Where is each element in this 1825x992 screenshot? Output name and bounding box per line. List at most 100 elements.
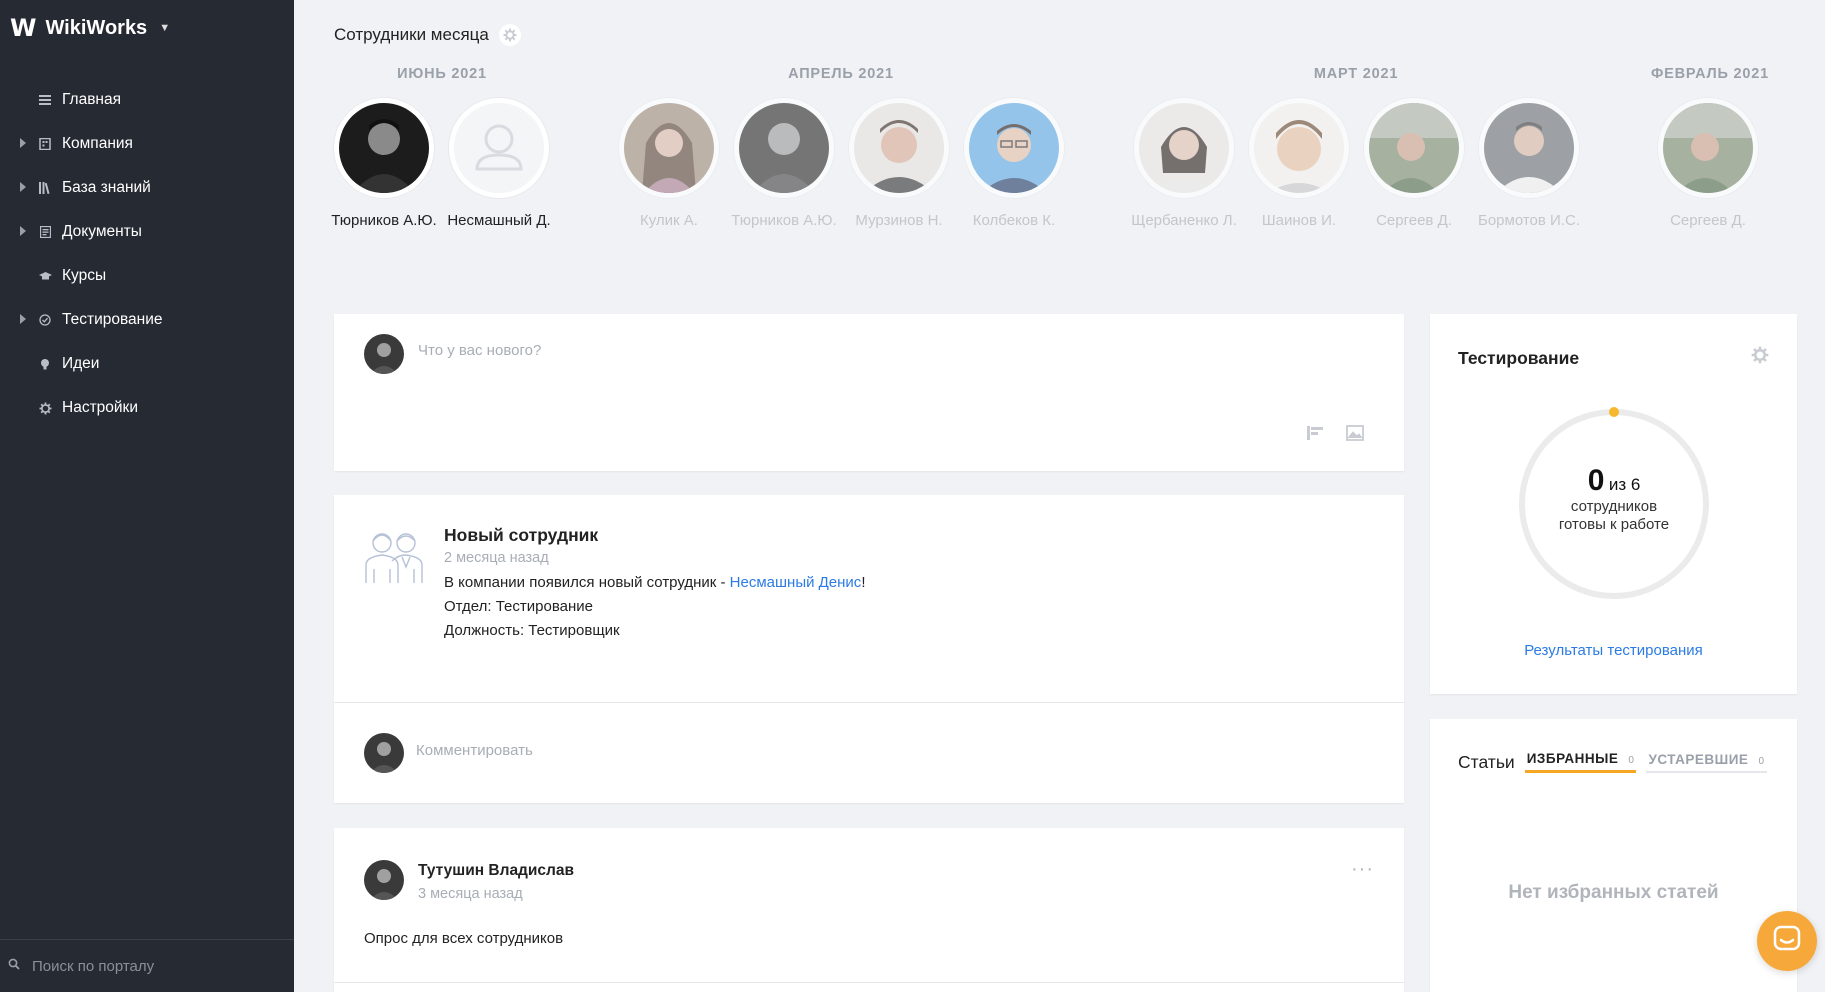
- chevron-down-icon: ▼: [159, 22, 171, 34]
- news-timestamp: 2 месяца назад: [444, 550, 549, 566]
- menu-icon: [38, 93, 52, 107]
- widget-title: Статьи: [1458, 752, 1515, 772]
- lightbulb-icon: [38, 357, 52, 371]
- news-position: Должность: Тестировщик: [444, 622, 620, 639]
- employee-card[interactable]: Сергеев Д.: [1651, 98, 1765, 231]
- empty-state: Нет избранных статей: [1508, 882, 1719, 903]
- employee-card[interactable]: Несмашный Д.: [442, 98, 556, 231]
- articles-widget: Статьи ИЗБРАННЫЕ 0 УСТАРЕВШИЕ 0 Нет избран…: [1430, 719, 1797, 992]
- articles-header: Статьи ИЗБРАННЫЕ 0 УСТАРЕВШИЕ 0: [1458, 751, 1767, 773]
- news-department: Отдел: Тестирование: [444, 598, 593, 615]
- sidebar-item-label: База знаний: [62, 179, 151, 196]
- news-text-suffix: !: [861, 574, 866, 591]
- employee-card[interactable]: Бормотов И.С.: [1472, 98, 1586, 231]
- section-title: Сотрудники месяца: [334, 25, 489, 44]
- employee-name: Сергеев Д.: [1670, 212, 1746, 229]
- avatar: [849, 98, 949, 198]
- search-input[interactable]: [32, 957, 272, 975]
- avatar: [334, 98, 434, 198]
- employee-card[interactable]: Шаинов И.: [1242, 98, 1356, 231]
- comment-input[interactable]: [416, 742, 1216, 759]
- employee-name: Шаинов И.: [1261, 212, 1337, 229]
- image-icon[interactable]: [1346, 424, 1368, 446]
- widget-title: Тестирование: [1458, 348, 1580, 368]
- avatar: [1134, 98, 1234, 198]
- month-label: Июнь 2021: [397, 66, 487, 82]
- sidebar-item-label: Идеи: [62, 355, 100, 372]
- tab-favorites[interactable]: ИЗБРАННЫЕ 0: [1524, 751, 1637, 773]
- employee-link[interactable]: Несмашный Денис: [730, 574, 862, 591]
- avatar: [364, 733, 404, 773]
- chat-icon: [1772, 924, 1802, 959]
- employee-card[interactable]: Колбеков К.: [957, 98, 1071, 231]
- new-employees-icon: [362, 527, 426, 590]
- brand-switcher[interactable]: W WikiWorks ▼: [10, 14, 170, 42]
- gear-icon: [38, 401, 52, 415]
- poll-icon[interactable]: [1306, 424, 1328, 446]
- sidebar-item-company[interactable]: Компания: [0, 122, 294, 166]
- main-nav: Главная Компания База знаний Документы К…: [0, 78, 294, 430]
- summary-line-2: готовы к работе: [1558, 516, 1670, 533]
- employee-name: Сергеев Д.: [1376, 212, 1452, 229]
- sidebar-item-ideas[interactable]: Идеи: [0, 342, 294, 386]
- avatar: [364, 334, 404, 374]
- summary-line-1: сотрудников: [1570, 498, 1658, 515]
- employee-name: Несмашный Д.: [447, 212, 551, 229]
- tab-label: ИЗБРАННЫЕ: [1526, 751, 1619, 766]
- tab-label: УСТАРЕВШИЕ: [1648, 752, 1749, 767]
- employee-card[interactable]: Сергеев Д.: [1357, 98, 1471, 231]
- progress-summary: 0 из 6 сотрудников готовы к работе: [1514, 464, 1714, 534]
- employee-card[interactable]: Тюрников А.Ю.: [327, 98, 441, 231]
- avatar: [1658, 98, 1758, 198]
- sidebar-item-knowledge-base[interactable]: База знаний: [0, 166, 294, 210]
- wikiworks-logo-icon: W: [10, 14, 37, 42]
- expand-arrow-icon[interactable]: [20, 182, 26, 192]
- news-title: Новый сотрудник: [444, 525, 599, 545]
- employee-name: Щербаненко Л.: [1131, 212, 1237, 229]
- news-text-prefix: В компании появился новый сотрудник -: [444, 574, 730, 591]
- month-label: Март 2021: [1313, 66, 1399, 82]
- chat-button[interactable]: [1757, 911, 1817, 971]
- avatar-placeholder: [449, 98, 549, 198]
- building-icon: [38, 137, 52, 151]
- employee-card[interactable]: Щербаненко Л.: [1127, 98, 1241, 231]
- sidebar-item-settings[interactable]: Настройки: [0, 386, 294, 430]
- expand-arrow-icon[interactable]: [20, 314, 26, 324]
- employee-card[interactable]: Тюрников А.Ю.: [727, 98, 841, 231]
- post-input[interactable]: [418, 342, 1318, 359]
- total-count: из 6: [1608, 475, 1641, 494]
- search-icon: [8, 957, 20, 975]
- employee-card[interactable]: Кулик А.: [612, 98, 726, 231]
- portal-search: [0, 939, 294, 992]
- more-options-icon[interactable]: ···: [1351, 858, 1374, 881]
- brand-name: WikiWorks: [45, 16, 148, 39]
- employee-name: Бормотов И.С.: [1478, 212, 1580, 229]
- ready-count: 0: [1587, 464, 1605, 497]
- employee-name: Тюрников А.Ю.: [331, 212, 437, 229]
- avatar: [364, 860, 404, 900]
- tab-count: 0: [1628, 755, 1635, 766]
- avatar: [619, 98, 719, 198]
- employee-card[interactable]: Мурзинов Н.: [842, 98, 956, 231]
- sidebar: W WikiWorks ▼ Главная Компания База знан…: [0, 0, 294, 992]
- gear-icon[interactable]: [1751, 346, 1769, 369]
- gear-icon[interactable]: [498, 24, 521, 46]
- tab-outdated[interactable]: УСТАРЕВШИЕ 0: [1646, 752, 1767, 773]
- post-author[interactable]: Тутушин Владислав: [418, 862, 574, 880]
- expand-arrow-icon[interactable]: [20, 226, 26, 236]
- sidebar-item-testing[interactable]: Тестирование: [0, 298, 294, 342]
- sidebar-item-documents[interactable]: Документы: [0, 210, 294, 254]
- sidebar-item-label: Документы: [62, 223, 142, 240]
- employee-name: Кулик А.: [640, 212, 698, 229]
- sidebar-item-home[interactable]: Главная: [0, 78, 294, 122]
- news-card: Новый сотрудник 2 месяца назад В компани…: [334, 495, 1404, 803]
- sidebar-item-label: Главная: [62, 91, 121, 108]
- month-label: Апрель 2021: [788, 66, 894, 82]
- tab-count: 0: [1758, 756, 1765, 767]
- check-circle-icon: [38, 313, 52, 327]
- divider: [334, 702, 1404, 703]
- testing-results-link[interactable]: Результаты тестирования: [1430, 642, 1797, 659]
- expand-arrow-icon[interactable]: [20, 138, 26, 148]
- post-timestamp: 3 месяца назад: [418, 886, 523, 902]
- sidebar-item-courses[interactable]: Курсы: [0, 254, 294, 298]
